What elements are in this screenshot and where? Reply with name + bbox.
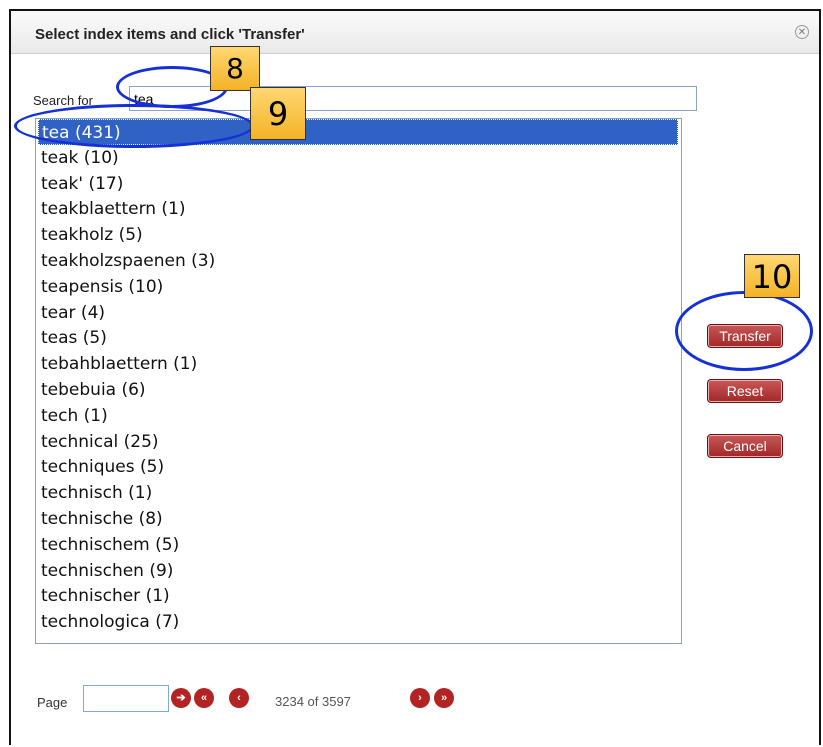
- page-label: Page: [37, 695, 68, 710]
- list-item[interactable]: teak (10): [36, 145, 681, 171]
- annotation-callout-9: 9: [250, 87, 306, 140]
- close-icon[interactable]: ✕: [795, 25, 809, 39]
- list-item[interactable]: tech (1): [36, 403, 681, 429]
- reset-button[interactable]: Reset: [707, 379, 783, 403]
- list-item[interactable]: technisch (1): [36, 480, 681, 506]
- list-item[interactable]: tebahblaettern (1): [36, 351, 681, 377]
- list-item[interactable]: technologica (7): [36, 609, 681, 635]
- list-item[interactable]: teakblaettern (1): [36, 196, 681, 222]
- chevron-right-icon[interactable]: ›: [410, 688, 430, 708]
- arrow-right-icon[interactable]: ➔: [171, 688, 191, 708]
- list-item[interactable]: technical (25): [36, 429, 681, 455]
- page-info: 3234 of 3597: [275, 694, 351, 709]
- list-item[interactable]: teapensis (10): [36, 274, 681, 300]
- cancel-button[interactable]: Cancel: [707, 434, 783, 458]
- dialog-title: Select index items and click 'Transfer': [35, 26, 305, 43]
- annotation-ellipse-transfer: [675, 291, 813, 371]
- list-item[interactable]: technischer (1): [36, 583, 681, 609]
- list-item[interactable]: tebebuia (6): [36, 377, 681, 403]
- list-item[interactable]: technischen (9): [36, 558, 681, 584]
- annotation-callout-8: 8: [210, 46, 260, 91]
- list-item[interactable]: tear (4): [36, 300, 681, 326]
- pager: Page ➔ « ‹ 3234 of 3597 › »: [11, 677, 819, 717]
- chevron-left-icon[interactable]: ‹: [229, 688, 249, 708]
- list-item[interactable]: teak' (17): [36, 171, 681, 197]
- list-item[interactable]: techniques (5): [36, 454, 681, 480]
- list-item[interactable]: teas (5): [36, 325, 681, 351]
- dialog-titlebar: Select index items and click 'Transfer' …: [11, 11, 819, 54]
- annotation-callout-10: 10: [744, 254, 800, 298]
- page-number-input[interactable]: [83, 685, 169, 712]
- list-item[interactable]: technischem (5): [36, 532, 681, 558]
- index-listbox[interactable]: tea (431) teak (10) teak' (17) teakblaetter…: [35, 118, 682, 644]
- list-item[interactable]: teakholz (5): [36, 222, 681, 248]
- double-chevron-left-icon[interactable]: «: [194, 688, 214, 708]
- annotation-ellipse-selected-item: [14, 104, 254, 148]
- list-item[interactable]: technische (8): [36, 506, 681, 532]
- double-chevron-right-icon[interactable]: »: [434, 688, 454, 708]
- list-item[interactable]: teakholzspaenen (3): [36, 248, 681, 274]
